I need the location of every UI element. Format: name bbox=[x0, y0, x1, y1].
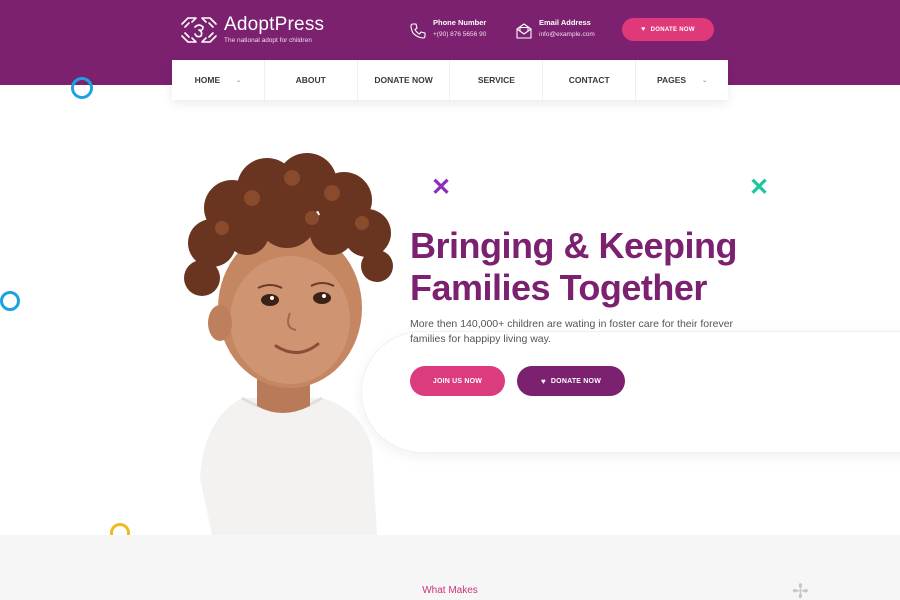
hero-description: More then 140,000+ children are wating i… bbox=[410, 318, 734, 345]
phone-value: +(90) 876 5656 90 bbox=[433, 31, 487, 38]
brand-name: AdoptPress bbox=[224, 13, 325, 35]
phone-icon bbox=[410, 23, 426, 39]
hero-child-image bbox=[184, 153, 393, 535]
email-label: Email Address bbox=[539, 18, 591, 27]
decor-ring-icon bbox=[0, 291, 20, 311]
join-us-button[interactable]: JOIN US NOW bbox=[410, 366, 505, 396]
decor-plus-icon: ✢ bbox=[792, 581, 809, 600]
logo[interactable]: AdoptPress The national adopt for childr… bbox=[180, 14, 324, 46]
nav-item-label: DONATE NOW bbox=[374, 75, 433, 85]
hands-heart-logo-icon bbox=[181, 17, 217, 43]
nav-item-donate-now[interactable]: DONATE NOW bbox=[358, 60, 451, 100]
decor-ring-icon bbox=[71, 77, 93, 99]
nav-item-pages[interactable]: PAGES ⌄ bbox=[636, 60, 728, 100]
header-donate-label: DONATE NOW bbox=[650, 26, 695, 33]
nav-item-label: CONTACT bbox=[568, 75, 610, 85]
phone-label: Phone Number bbox=[433, 18, 487, 27]
hero-title: Bringing & Keeping Families Together bbox=[410, 225, 760, 309]
email-contact[interactable]: Email Address info@example.com bbox=[515, 18, 595, 42]
hero-donate-button[interactable]: ♥ DONATE NOW bbox=[517, 366, 625, 396]
main-nav: HOME ⌄ ABOUT DONATE NOW SERVICE CONTACT … bbox=[172, 60, 728, 100]
nav-item-label: PAGES bbox=[656, 75, 687, 85]
nav-item-label: SERVICE bbox=[477, 75, 515, 85]
nav-item-service[interactable]: SERVICE bbox=[450, 60, 544, 100]
hero-donate-label: DONATE NOW bbox=[550, 377, 602, 385]
chevron-down-icon: ⌄ bbox=[702, 77, 708, 84]
nav-item-label: HOME bbox=[194, 75, 221, 85]
heart-icon: ♥ bbox=[641, 26, 646, 33]
heart-icon: ♥ bbox=[540, 376, 546, 386]
nav-item-about[interactable]: ABOUT bbox=[265, 60, 358, 100]
email-value: info@example.com bbox=[539, 31, 595, 38]
hero-title-line-1: Bringing & Keeping bbox=[410, 225, 738, 266]
join-us-label: JOIN US NOW bbox=[432, 377, 483, 385]
logo-text: AdoptPress The national adopt for childr… bbox=[224, 13, 325, 46]
nav-item-home[interactable]: HOME ⌄ bbox=[172, 60, 265, 100]
header-donate-button[interactable]: ♥ DONATE NOW bbox=[622, 18, 714, 41]
section-tagline: What Makes bbox=[422, 585, 478, 596]
phone-contact[interactable]: Phone Number +(90) 876 5656 90 bbox=[409, 18, 486, 42]
nav-item-contact[interactable]: CONTACT bbox=[543, 60, 637, 100]
chevron-down-icon: ⌄ bbox=[236, 77, 242, 84]
envelope-icon bbox=[516, 23, 532, 39]
hero-title-line-2: Families Together bbox=[410, 267, 707, 308]
page: AdoptPress The national adopt for childr… bbox=[0, 0, 900, 600]
nav-item-label: ABOUT bbox=[295, 75, 326, 85]
decor-cross-icon: ✕ bbox=[749, 174, 770, 201]
decor-cross-icon: ✕ bbox=[431, 174, 452, 201]
brand-tagline: The national adopt for children bbox=[224, 36, 312, 44]
